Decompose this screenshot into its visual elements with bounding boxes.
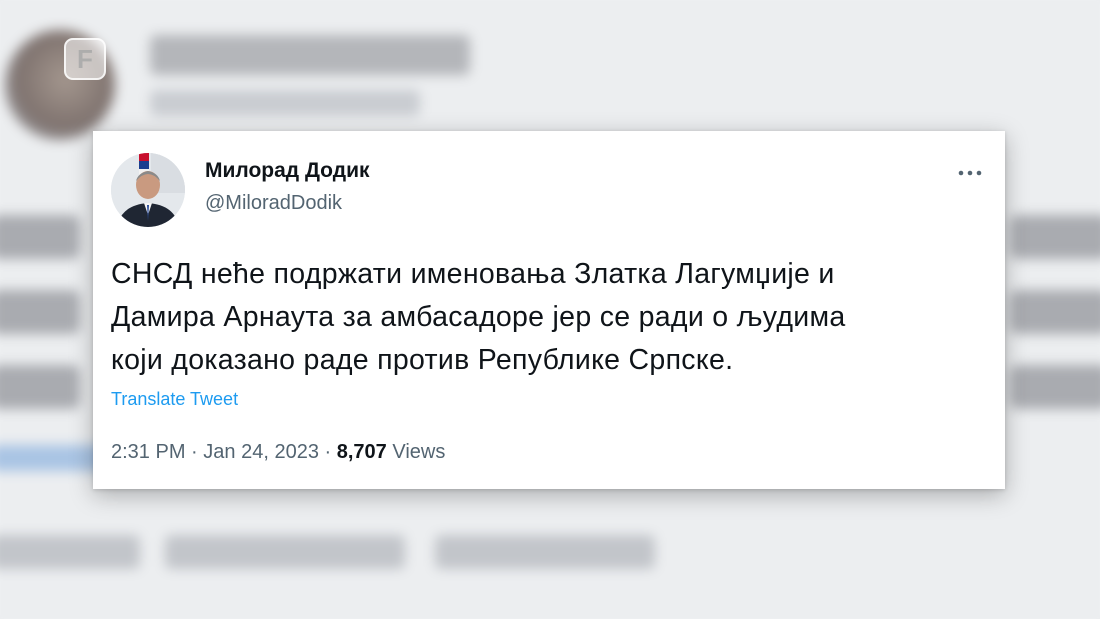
profile-avatar[interactable] <box>111 153 185 227</box>
tweet-date[interactable]: Jan 24, 2023 <box>203 441 319 463</box>
blurred-text-row <box>0 365 80 409</box>
blurred-meta-bar <box>435 535 655 569</box>
tweet-card: Милорад Додик @MiloradDodik СНСД неће по… <box>93 131 1005 489</box>
views-label: Views <box>392 441 446 463</box>
tweet-time[interactable]: 2:31 PM <box>111 441 185 463</box>
blurred-meta-bar <box>0 535 140 569</box>
watermark-letter: F <box>77 43 93 74</box>
channel-logo-watermark: F <box>64 38 106 80</box>
blurred-meta-bar <box>165 535 405 569</box>
author-name[interactable]: Милорад Додик <box>205 159 369 183</box>
tweet-meta: 2:31 PM · Jan 24, 2023 · 8,707 Views <box>111 441 445 464</box>
blurred-text-row <box>0 290 80 334</box>
tweet-text-line: Дамира Арнаута за амбасадоре јер се ради… <box>111 301 846 333</box>
more-dots-glyph <box>958 170 982 176</box>
blurred-text-row <box>1010 290 1100 334</box>
tweet-text-line: који доказано раде против Републике Српс… <box>111 344 734 376</box>
blurred-handle-bar <box>150 90 420 116</box>
avatar-image <box>111 153 185 227</box>
more-horizontal-icon[interactable] <box>955 161 985 185</box>
blurred-text-row <box>1010 215 1100 259</box>
views-count: 8,707 <box>336 441 387 463</box>
blurred-text-row <box>1010 365 1100 409</box>
author-handle[interactable]: @MiloradDodik <box>205 192 342 215</box>
translate-tweet-link[interactable]: Translate Tweet <box>111 389 238 410</box>
tweet-text-line: СНСД неће подржати именовања Златка Лагу… <box>111 258 835 290</box>
tweet-text: СНСД неће подржати именовања Златка Лагу… <box>111 253 991 382</box>
meta-separator: · <box>324 441 332 463</box>
blurred-name-bar <box>150 35 470 75</box>
meta-separator: · <box>191 441 198 463</box>
blurred-text-row <box>0 215 80 259</box>
